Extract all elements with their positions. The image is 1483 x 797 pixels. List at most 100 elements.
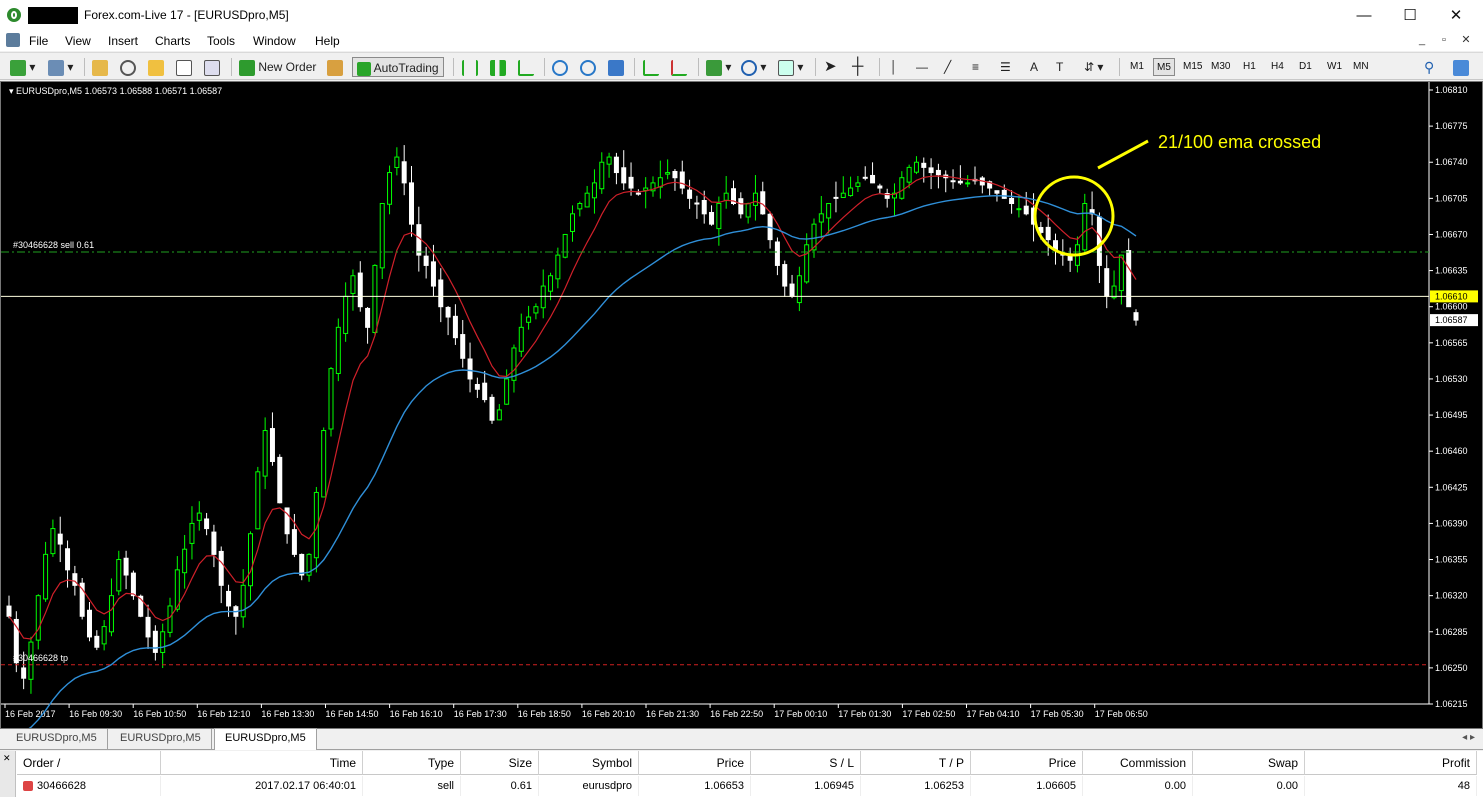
market-watch-button[interactable] bbox=[92, 57, 108, 77]
timeframe-m30[interactable]: M30 bbox=[1208, 58, 1233, 76]
search-icon: ⚲ bbox=[1424, 59, 1435, 75]
menu-help[interactable]: Help bbox=[315, 34, 340, 48]
profiles-button[interactable]: ▾ bbox=[48, 57, 73, 77]
zoom-in-button[interactable] bbox=[552, 57, 568, 77]
price-chart[interactable]: 1.06810 1.06775 1.06740 1.06705 1.06670 1.066… bbox=[1, 82, 1482, 741]
new-order-button[interactable]: New Order bbox=[239, 57, 316, 77]
order-cell-commission[interactable]: 0.00 bbox=[1083, 776, 1193, 796]
text-button[interactable]: A bbox=[1030, 57, 1038, 77]
timeframe-m15[interactable]: M15 bbox=[1180, 58, 1205, 76]
column-header-sl[interactable]: S / L bbox=[751, 751, 861, 775]
candle-body bbox=[321, 430, 327, 498]
menu-charts[interactable]: Charts bbox=[155, 34, 190, 48]
column-header-swap[interactable]: Swap bbox=[1193, 751, 1305, 775]
line-chart-button[interactable] bbox=[518, 57, 534, 77]
column-header-current-price[interactable]: Price bbox=[971, 751, 1083, 775]
time-tick-label: 16 Feb 14:50 bbox=[326, 709, 379, 719]
timeframe-m5[interactable]: M5 bbox=[1153, 58, 1175, 76]
order-cell-current-price[interactable]: 1.06605 bbox=[971, 776, 1083, 796]
tile-windows-button[interactable] bbox=[608, 57, 624, 77]
candle-body bbox=[687, 189, 693, 199]
search-button[interactable]: ⚲ bbox=[1424, 57, 1434, 77]
order-cell-swap[interactable]: 0.00 bbox=[1193, 776, 1305, 796]
cursor-button[interactable]: ➤ bbox=[824, 57, 837, 77]
templates-button[interactable]: ▾ bbox=[778, 57, 803, 77]
terminal-button[interactable] bbox=[176, 57, 192, 77]
column-header-time[interactable]: Time bbox=[161, 751, 363, 775]
text-label-button[interactable]: T bbox=[1056, 57, 1063, 77]
crosshair-tool-button[interactable]: ┼ bbox=[852, 57, 863, 77]
column-header-order[interactable]: Order / bbox=[17, 751, 161, 775]
order-cell-time[interactable]: 2017.02.17 06:40:01 bbox=[161, 776, 363, 796]
timeframe-d1[interactable]: D1 bbox=[1296, 58, 1315, 76]
candle-body bbox=[745, 203, 751, 218]
chart-tabs: EURUSDpro,M5 EURUSDpro,M5 EURUSDpro,M5 ◂… bbox=[0, 728, 1483, 750]
candle-body bbox=[679, 171, 685, 189]
chart-shift-button[interactable] bbox=[671, 57, 687, 77]
chart-window[interactable]: 1.06810 1.06775 1.06740 1.06705 1.06670 1.066… bbox=[0, 81, 1483, 741]
indicators-button[interactable]: ▾ bbox=[706, 57, 731, 77]
fibonacci-button[interactable]: ☰ bbox=[1000, 57, 1011, 77]
horizontal-line-button[interactable]: — bbox=[916, 57, 928, 77]
zoom-out-button[interactable] bbox=[580, 57, 596, 77]
mdi-minimize-icon[interactable]: _ bbox=[1411, 34, 1433, 46]
data-window-button[interactable] bbox=[120, 57, 136, 77]
timeframe-mn[interactable]: MN bbox=[1350, 58, 1372, 76]
arrows-button[interactable]: ⇵ ▾ bbox=[1084, 57, 1103, 77]
vertical-line-button[interactable]: │ bbox=[890, 57, 898, 77]
channel-button[interactable]: ≡ bbox=[972, 57, 979, 77]
candle-body bbox=[21, 667, 27, 679]
column-header-price[interactable]: Price bbox=[639, 751, 751, 775]
column-header-profit[interactable]: Profit bbox=[1305, 751, 1477, 775]
timeframe-m1[interactable]: M1 bbox=[1127, 58, 1147, 76]
chat-button[interactable] bbox=[1453, 57, 1469, 77]
minimize-button[interactable]: — bbox=[1341, 0, 1387, 31]
column-header-size[interactable]: Size bbox=[461, 751, 539, 775]
navigator-button[interactable] bbox=[148, 57, 164, 77]
tab-scroll-arrows[interactable]: ◂ ▸ bbox=[1462, 732, 1475, 743]
order-cell-sl[interactable]: 1.06945 bbox=[751, 776, 861, 796]
time-tick-label: 16 Feb 21:30 bbox=[646, 709, 699, 719]
maximize-button[interactable]: ☐ bbox=[1387, 0, 1433, 31]
column-header-symbol[interactable]: Symbol bbox=[539, 751, 639, 775]
column-header-commission[interactable]: Commission bbox=[1083, 751, 1193, 775]
candle-body bbox=[1001, 189, 1007, 199]
trendline-button[interactable]: ╱ bbox=[944, 57, 951, 77]
tab-chart-2[interactable]: EURUSDpro,M5 bbox=[110, 729, 212, 749]
candle-body bbox=[796, 275, 802, 304]
column-header-type[interactable]: Type bbox=[363, 751, 461, 775]
order-cell-symbol[interactable]: eurusdpro bbox=[539, 776, 639, 796]
menu-tools[interactable]: Tools bbox=[207, 34, 235, 48]
bar-chart-button[interactable] bbox=[462, 57, 478, 77]
timeframe-h1[interactable]: H1 bbox=[1240, 58, 1259, 76]
mdi-close-icon[interactable]: ✕ bbox=[1455, 33, 1477, 46]
metaeditor-button[interactable] bbox=[327, 57, 343, 77]
close-button[interactable]: ✕ bbox=[1433, 0, 1479, 31]
menu-insert[interactable]: Insert bbox=[108, 34, 138, 48]
column-header-tp[interactable]: T / P bbox=[861, 751, 971, 775]
new-chart-button[interactable]: ▾ bbox=[10, 57, 35, 77]
order-cell-type[interactable]: sell bbox=[363, 776, 461, 796]
menu-window[interactable]: Window bbox=[253, 34, 296, 48]
autotrading-button[interactable]: AutoTrading bbox=[352, 57, 444, 77]
candlestick-button[interactable] bbox=[490, 57, 506, 77]
candle-body bbox=[123, 557, 129, 576]
menu-file[interactable]: File bbox=[29, 34, 48, 48]
order-cell-profit[interactable]: 48 bbox=[1305, 776, 1477, 796]
terminal-close-icon[interactable]: ✕ bbox=[3, 753, 11, 764]
tab-chart-3[interactable]: EURUSDpro,M5 bbox=[214, 728, 317, 750]
strategy-tester-button[interactable] bbox=[204, 57, 220, 77]
order-cell-tp[interactable]: 1.06253 bbox=[861, 776, 971, 796]
mdi-restore-icon[interactable]: ▫ bbox=[1433, 34, 1455, 46]
chart-window-icon[interactable] bbox=[6, 33, 20, 47]
timeframe-h4[interactable]: H4 bbox=[1268, 58, 1287, 76]
order-cell-size[interactable]: 0.61 bbox=[461, 776, 539, 796]
price-tick-label: 1.06495 bbox=[1435, 410, 1468, 420]
order-cell-order[interactable]: 30466628 bbox=[17, 776, 161, 796]
menu-view[interactable]: View bbox=[65, 34, 91, 48]
periods-button[interactable]: ▾ bbox=[741, 57, 766, 77]
order-cell-price[interactable]: 1.06653 bbox=[639, 776, 751, 796]
auto-scroll-button[interactable] bbox=[643, 57, 659, 77]
timeframe-w1[interactable]: W1 bbox=[1324, 58, 1345, 76]
tab-chart-1[interactable]: EURUSDpro,M5 bbox=[6, 729, 108, 749]
